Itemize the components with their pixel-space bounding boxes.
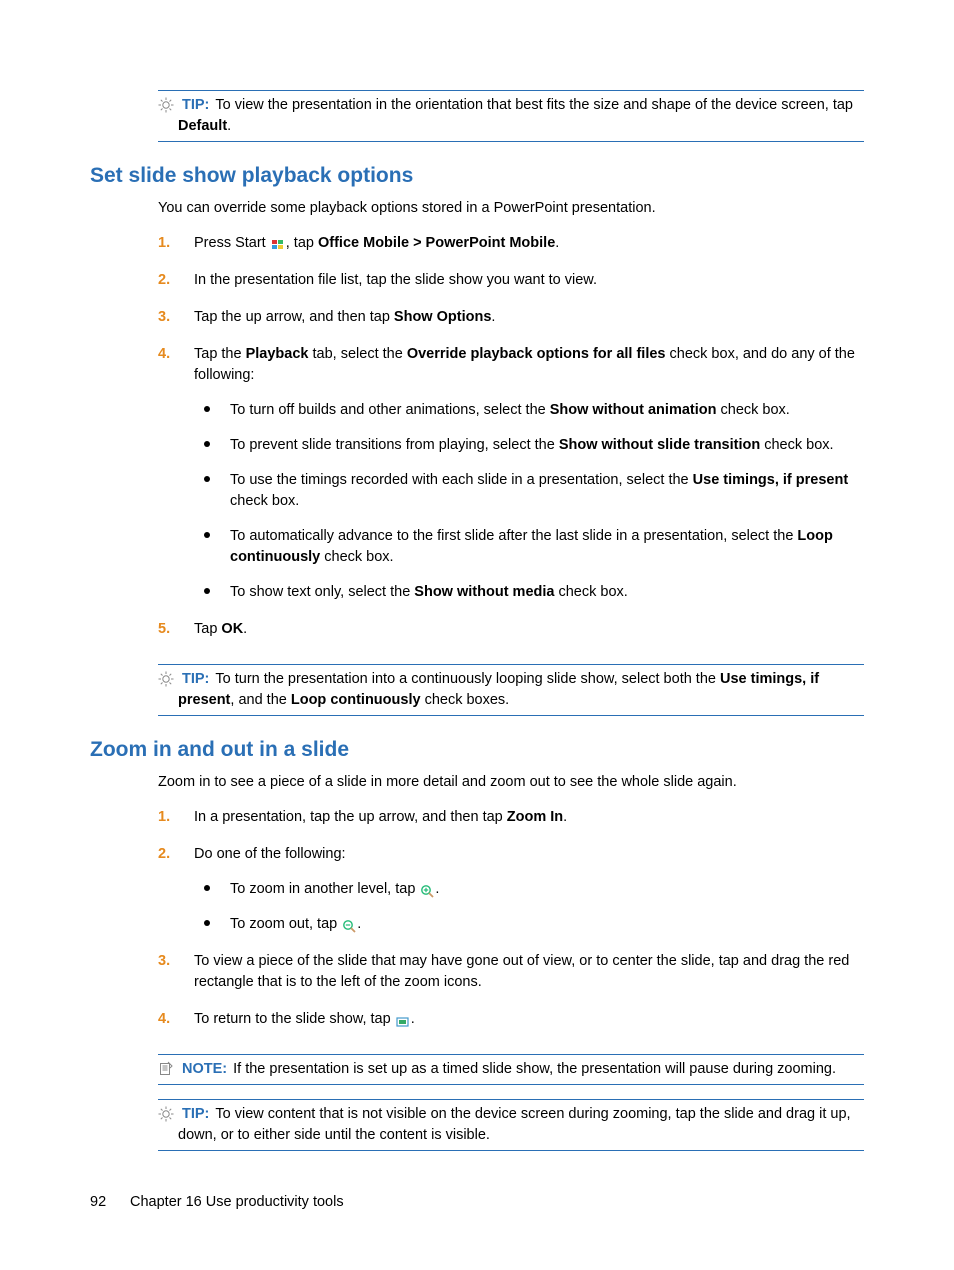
slideshow-return-icon	[396, 1014, 410, 1026]
step: In the presentation file list, tap the s…	[158, 270, 864, 307]
zoom-options-list: To zoom in another level, tap . To zoom …	[194, 879, 864, 935]
page-number: 92	[90, 1194, 130, 1210]
tip-text: To view content that is not visible on t…	[178, 1106, 851, 1143]
tip-icon	[158, 671, 174, 687]
chapter-label: Chapter 16 Use productivity tools	[130, 1194, 344, 1210]
tip-icon	[158, 97, 174, 113]
tip-label: TIP:	[182, 1106, 215, 1122]
tip-label: TIP:	[182, 97, 215, 113]
note-icon	[158, 1061, 174, 1077]
step: Tap the Playback tab, select the Overrid…	[158, 344, 864, 619]
section-intro: You can override some playback options s…	[158, 198, 864, 219]
list-item: To use the timings recorded with each sl…	[194, 470, 864, 526]
note-callout: NOTE:If the presentation is set up as a …	[158, 1054, 864, 1085]
list-item: To turn off builds and other animations,…	[194, 400, 864, 435]
document-page: TIP:To view the presentation in the orie…	[0, 0, 954, 1270]
tip-bold: Default	[178, 118, 227, 134]
section-intro: Zoom in to see a piece of a slide in mor…	[158, 772, 864, 793]
list-item: To zoom out, tap .	[194, 914, 864, 935]
tip-text: To view the presentation in the orientat…	[215, 97, 853, 113]
step: Tap the up arrow, and then tap Show Opti…	[158, 307, 864, 344]
section-heading-zoom: Zoom in and out in a slide	[90, 738, 864, 762]
list-item: To show text only, select the Show witho…	[194, 582, 864, 603]
page-footer: 92Chapter 16 Use productivity tools	[90, 1194, 344, 1210]
tip-callout: TIP:To view content that is not visible …	[158, 1099, 864, 1151]
list-item: To automatically advance to the first sl…	[194, 526, 864, 582]
playback-steps: Press Start , tap Office Mobile > PowerP…	[158, 233, 864, 650]
step: To view a piece of the slide that may ha…	[158, 951, 864, 1009]
step: To return to the slide show, tap .	[158, 1009, 864, 1040]
tip-callout: TIP:To turn the presentation into a cont…	[158, 664, 864, 716]
zoom-steps: In a presentation, tap the up arrow, and…	[158, 807, 864, 1040]
tip-icon	[158, 1106, 174, 1122]
tip-callout: TIP:To view the presentation in the orie…	[158, 90, 864, 142]
step: Do one of the following: To zoom in anot…	[158, 844, 864, 951]
zoom-in-icon	[420, 884, 434, 896]
start-flag-icon	[271, 237, 285, 249]
step: Press Start , tap Office Mobile > PowerP…	[158, 233, 864, 270]
list-item: To prevent slide transitions from playin…	[194, 435, 864, 470]
note-label: NOTE:	[182, 1061, 233, 1077]
section-heading-playback: Set slide show playback options	[90, 164, 864, 188]
playback-options-list: To turn off builds and other animations,…	[194, 400, 864, 603]
zoom-out-icon	[342, 919, 356, 931]
list-item: To zoom in another level, tap .	[194, 879, 864, 914]
note-text: If the presentation is set up as a timed…	[233, 1061, 836, 1077]
step: Tap OK.	[158, 619, 864, 650]
tip-label: TIP:	[182, 671, 215, 687]
step: In a presentation, tap the up arrow, and…	[158, 807, 864, 844]
